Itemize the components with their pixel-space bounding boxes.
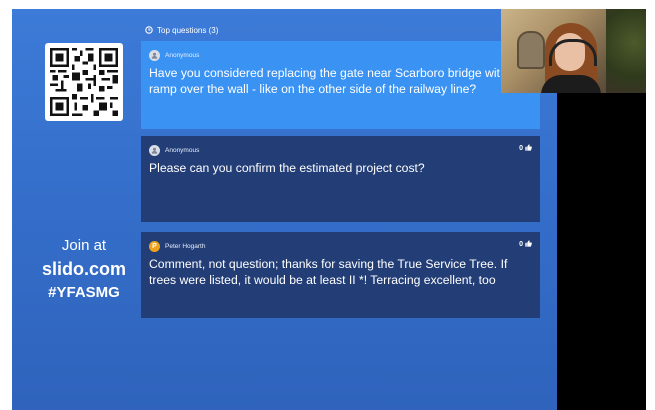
question-card[interactable]: P Peter Hogarth 0 Comment, not question;… [141,232,540,318]
question-text-line: ramp over the wall - like on the other s… [149,82,477,96]
event-code: #YFASMG [48,284,120,301]
join-info: Join at slido.com #YFASMG [32,236,136,304]
join-url: slido.com [41,259,126,279]
like-count: 0 [519,241,523,248]
like-count: 0 [519,145,523,152]
top-questions-header: Top questions (3) [145,23,218,37]
user-avatar: P [149,240,160,252]
qr-code [45,43,123,121]
like-button[interactable]: 0 [519,240,532,249]
question-card[interactable]: Anonymous Have you considered replacing … [141,41,540,129]
question-author: Anonymous [165,146,200,154]
slido-presentation: Join at slido.com #YFASMG Top questions … [12,9,557,410]
thumbs-up-icon [525,240,532,249]
anonymous-user-icon [149,144,160,156]
question-card[interactable]: Anonymous 0 Please can you confirm the e… [141,136,540,222]
like-button[interactable]: 0 [519,144,532,153]
top-questions-label: Top questions (3) [157,25,219,35]
webcam-person-body [541,75,601,93]
question-text: Please can you confirm the estimated pro… [149,161,425,175]
question-text: Have you considered replacing the gate n… [149,65,540,97]
clock-icon [145,26,153,34]
webcam-background-plant [606,9,646,93]
question-text: Comment, not question; thanks for saving… [149,257,508,287]
question-text-line: Have you considered replacing the gate n… [149,66,500,80]
headset-icon [549,39,597,66]
thumbs-up-icon [525,144,532,153]
question-author: Anonymous [165,51,200,59]
question-author: Peter Hogarth [165,242,206,250]
webcam-thumbnail [501,9,646,93]
anonymous-user-icon [149,49,160,61]
webcam-background-mirror [517,31,545,69]
join-label: Join at [61,237,107,254]
